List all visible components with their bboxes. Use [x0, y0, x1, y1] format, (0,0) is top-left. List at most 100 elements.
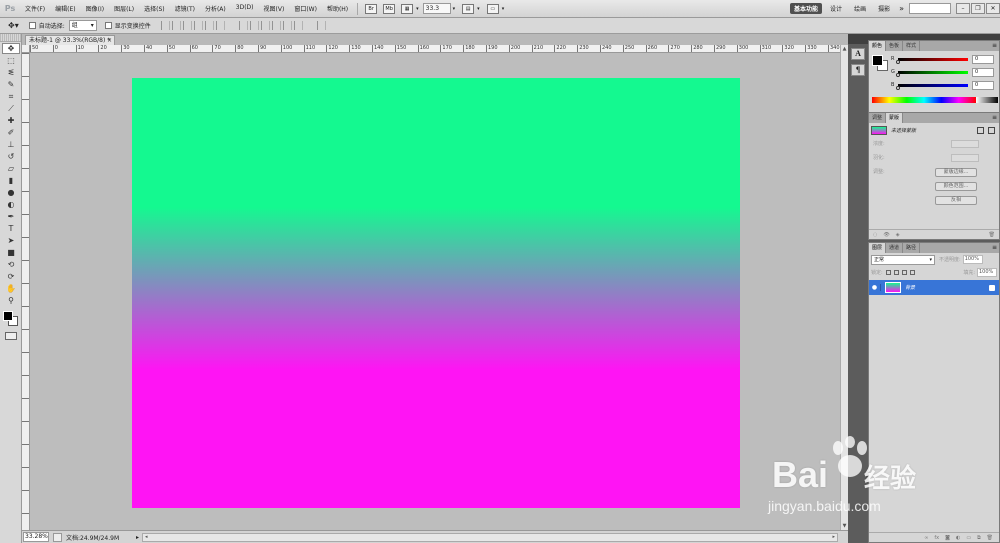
- view-extras-icon[interactable]: ▦: [401, 3, 414, 14]
- scroll-left-icon[interactable]: ◂: [145, 534, 148, 541]
- new-layer-icon[interactable]: ⧉: [977, 535, 981, 541]
- horizontal-scrollbar[interactable]: ◂ ▸: [142, 532, 838, 542]
- workspace-photography-button[interactable]: 摄影: [874, 3, 894, 14]
- menu-item-9[interactable]: 窗口(W): [289, 4, 322, 13]
- blue-slider-knob[interactable]: [896, 85, 900, 90]
- ruler-origin[interactable]: [22, 45, 30, 53]
- tab-color[interactable]: 颜色: [869, 41, 887, 51]
- lock-transparency-icon[interactable]: [885, 269, 891, 275]
- character-panel-icon[interactable]: A: [851, 48, 865, 60]
- masks-panel-menu-icon[interactable]: ≡: [992, 113, 997, 123]
- apply-mask-icon[interactable]: ◈: [896, 232, 900, 238]
- bridge-icon[interactable]: Br: [365, 3, 378, 14]
- dodge-tool-icon[interactable]: ◐: [2, 199, 20, 210]
- distribute-right-icon[interactable]: [293, 21, 303, 30]
- green-slider[interactable]: [896, 70, 968, 77]
- align-vcenter-icon[interactable]: [171, 21, 181, 30]
- layer-visibility-eye-icon[interactable]: ●: [869, 284, 881, 291]
- tab-paths[interactable]: 路径: [903, 243, 921, 253]
- move-tool-icon[interactable]: ✥: [2, 43, 20, 54]
- opacity-field[interactable]: 100%: [962, 255, 983, 264]
- vertical-ruler[interactable]: [22, 53, 30, 530]
- path-select-tool-icon[interactable]: ➤: [2, 235, 20, 246]
- screen-mode-dropdown-icon[interactable]: ▾: [502, 6, 505, 12]
- menu-item-6[interactable]: 分析(A): [200, 4, 231, 13]
- screen-mode-icon[interactable]: ▭: [486, 3, 499, 14]
- grayscale-ramp[interactable]: [976, 97, 998, 103]
- align-hcenter-icon[interactable]: [204, 21, 214, 30]
- menu-item-2[interactable]: 图像(I): [81, 4, 109, 13]
- quick-select-tool-icon[interactable]: ✎: [2, 79, 20, 90]
- history-brush-tool-icon[interactable]: ↺: [2, 151, 20, 162]
- add-layer-mask-icon[interactable]: ◙: [945, 535, 950, 541]
- move-tool-preset-icon[interactable]: ✥▾: [8, 21, 19, 30]
- tab-adjustments[interactable]: 调整: [869, 113, 887, 123]
- blur-tool-icon[interactable]: ●: [2, 187, 20, 198]
- status-zoom-field[interactable]: 33.28%: [23, 532, 49, 542]
- new-group-icon[interactable]: ▭: [966, 535, 971, 541]
- zoom-level-field[interactable]: 33.3: [422, 3, 451, 14]
- eraser-tool-icon[interactable]: ▱: [2, 163, 20, 174]
- vertical-scrollbar[interactable]: ▲ ▼: [840, 45, 848, 530]
- crop-tool-icon[interactable]: ⌗: [2, 91, 20, 102]
- document-tab[interactable]: 未标题-1 @ 33.3%(RGB/8) * ×: [25, 35, 115, 45]
- link-layers-icon[interactable]: ∞: [924, 535, 928, 541]
- green-slider-knob[interactable]: [896, 72, 900, 77]
- hand-tool-icon[interactable]: ✋: [2, 283, 20, 294]
- menu-item-0[interactable]: 文件(F): [20, 4, 50, 13]
- add-vector-mask-icon[interactable]: [988, 126, 995, 134]
- healing-brush-tool-icon[interactable]: ✚: [2, 115, 20, 126]
- layers-panel-menu-icon[interactable]: ≡: [992, 243, 997, 253]
- status-info-icon[interactable]: [53, 532, 62, 542]
- minibridge-icon[interactable]: Mb: [383, 3, 396, 14]
- shape-tool-icon[interactable]: ■: [2, 247, 20, 258]
- 3d-orbit-tool-icon[interactable]: ⟳: [2, 271, 20, 282]
- arrange-documents-icon[interactable]: ▤: [462, 3, 475, 14]
- document-canvas[interactable]: [132, 78, 740, 508]
- lock-all-icon[interactable]: [909, 269, 915, 275]
- workspace-essentials-button[interactable]: 基本功能: [790, 3, 823, 14]
- workspace-painting-button[interactable]: 绘画: [850, 3, 870, 14]
- distribute-bottom-icon[interactable]: [260, 21, 270, 30]
- gradient-tool-icon[interactable]: ▮: [2, 175, 20, 186]
- auto-select-checkbox[interactable]: [28, 22, 36, 29]
- delete-mask-icon[interactable]: 🗑: [989, 232, 995, 238]
- distribute-hcenter-icon[interactable]: [282, 21, 292, 30]
- tab-channels[interactable]: 通道: [886, 243, 904, 253]
- dock-grip[interactable]: [848, 34, 868, 44]
- red-value-field[interactable]: 0: [972, 54, 994, 64]
- auto-select-dropdown[interactable]: 组: [68, 20, 97, 31]
- status-menu-icon[interactable]: ▸: [136, 534, 139, 541]
- tools-panel-grip[interactable]: [0, 34, 21, 42]
- add-pixel-mask-icon[interactable]: [977, 126, 984, 134]
- brush-tool-icon[interactable]: ✐: [2, 127, 20, 138]
- scroll-right-icon[interactable]: ▸: [832, 534, 835, 541]
- blue-slider[interactable]: [896, 83, 968, 90]
- pen-tool-icon[interactable]: ✒: [2, 211, 20, 222]
- scroll-up-icon[interactable]: ▲: [841, 45, 848, 53]
- distribute-top-icon[interactable]: [238, 21, 248, 30]
- workspace-design-button[interactable]: 设计: [826, 3, 846, 14]
- tab-masks[interactable]: 蒙版: [886, 113, 904, 123]
- auto-align-icon[interactable]: [316, 21, 326, 30]
- cs-live-search-input[interactable]: [909, 3, 951, 14]
- distribute-left-icon[interactable]: [271, 21, 281, 30]
- load-selection-icon[interactable]: ◌: [873, 232, 877, 238]
- lock-pixels-icon[interactable]: [893, 269, 899, 275]
- canvas-workspace[interactable]: [30, 53, 848, 530]
- tab-styles[interactable]: 样式: [903, 41, 921, 51]
- close-icon[interactable]: ✕: [986, 3, 1000, 14]
- menu-item-4[interactable]: 选择(S): [139, 4, 170, 13]
- delete-layer-icon[interactable]: 🗑: [987, 535, 993, 541]
- lasso-tool-icon[interactable]: ᓬ: [2, 67, 20, 78]
- visibility-icon[interactable]: 👁: [883, 232, 889, 238]
- eyedropper-tool-icon[interactable]: ⟋: [2, 103, 20, 114]
- new-adjustment-layer-icon[interactable]: ◐: [956, 535, 960, 541]
- align-top-icon[interactable]: [160, 21, 170, 30]
- show-transform-checkbox[interactable]: [104, 22, 112, 29]
- restore-icon[interactable]: ❐: [971, 3, 985, 14]
- tab-layers[interactable]: 图层: [869, 243, 887, 253]
- more-workspaces-icon[interactable]: »: [899, 4, 904, 13]
- red-slider-knob[interactable]: [896, 59, 900, 64]
- layer-style-icon[interactable]: fx: [934, 535, 939, 541]
